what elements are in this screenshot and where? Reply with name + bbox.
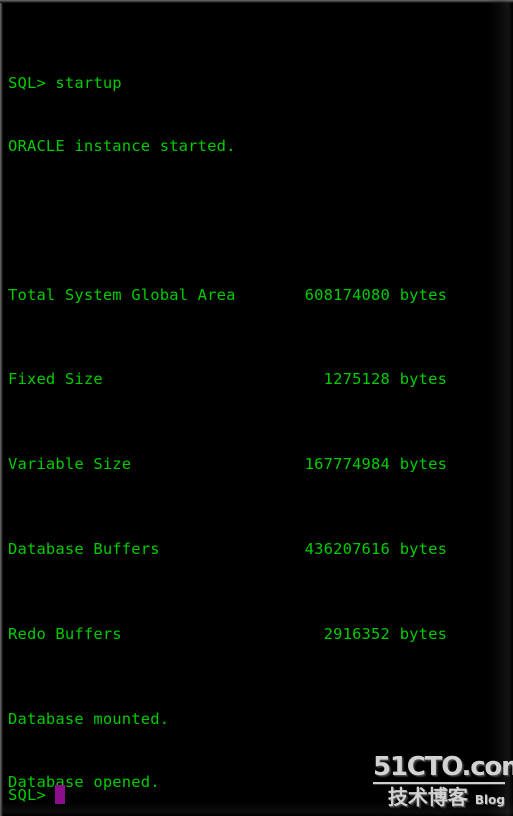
terminal-line-command-startup: SQL> startup: [8, 73, 122, 92]
command-prompt-line[interactable]: SQL>: [8, 785, 66, 806]
window-edge-top: [0, 0, 513, 3]
memory-unit: bytes: [399, 285, 448, 304]
memory-row-fixed-size: Fixed Size 1275128 bytes: [8, 369, 508, 390]
terminal-window[interactable]: SQL> startup ORACLE instance started. To…: [0, 0, 513, 816]
memory-value: 608174080: [304, 285, 390, 304]
console-output[interactable]: SQL> startup ORACLE instance started. To…: [8, 9, 508, 816]
memory-value: 436207616: [304, 539, 390, 558]
terminal-line-database-mounted: Database mounted.: [8, 709, 170, 728]
terminal-line-database-opened: Database opened.: [8, 773, 160, 792]
terminal-line-instance-started: ORACLE instance started.: [8, 137, 236, 156]
memory-label: Fixed Size: [8, 370, 103, 389]
memory-label: Total System Global Area: [8, 285, 236, 304]
memory-row-database-buffers: Database Buffers 436207616 bytes: [8, 539, 508, 560]
memory-unit: bytes: [399, 624, 448, 643]
memory-unit: bytes: [399, 455, 448, 474]
memory-value: 1275128: [323, 370, 390, 389]
memory-value: 2916352: [323, 624, 390, 643]
memory-row-redo-buffers: Redo Buffers 2916352 bytes: [8, 624, 508, 645]
memory-row-total-sga: Total System Global Area 608174080 bytes: [8, 285, 508, 306]
window-edge-left: [0, 0, 3, 816]
memory-label: Redo Buffers: [8, 624, 122, 643]
memory-value: 167774984: [304, 455, 390, 474]
prompt-label: SQL>: [8, 786, 56, 804]
memory-label: Database Buffers: [8, 539, 160, 558]
memory-label: Variable Size: [8, 455, 132, 474]
memory-unit: bytes: [399, 539, 448, 558]
memory-row-variable-size: Variable Size 167774984 bytes: [8, 454, 508, 475]
memory-unit: bytes: [399, 370, 448, 389]
text-cursor-block: [55, 785, 66, 804]
